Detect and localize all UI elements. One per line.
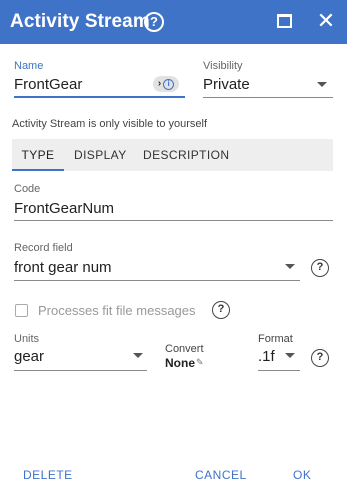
close-icon[interactable]: ✕ — [316, 10, 336, 32]
visibility-note: Activity Stream is only visible to yours… — [12, 118, 208, 130]
format-select[interactable]: .1f — [258, 348, 275, 365]
pencil-icon[interactable]: ✎ — [196, 357, 204, 368]
code-underline — [14, 220, 333, 221]
units-label: Units — [14, 333, 40, 345]
processes-fit-checkbox[interactable] — [15, 304, 28, 317]
tab-display[interactable]: DISPLAY — [74, 139, 127, 171]
maximize-icon[interactable] — [277, 14, 292, 28]
processes-fit-label: Processes fit file messages — [38, 303, 196, 318]
record-field-underline — [14, 280, 300, 281]
name-label: Name — [14, 60, 44, 72]
visibility-select[interactable]: Private — [203, 76, 250, 93]
record-field-dropdown-icon[interactable] — [285, 264, 295, 269]
code-label: Code — [14, 183, 41, 195]
processes-fit-help-icon[interactable]: ? — [212, 301, 230, 319]
format-help-icon[interactable]: ? — [311, 349, 329, 367]
cancel-button[interactable]: CANCEL — [195, 468, 247, 482]
chevron-right-icon: › — [157, 78, 162, 89]
record-field-select[interactable]: front gear num — [14, 259, 112, 276]
format-underline — [258, 370, 300, 371]
format-dropdown-icon[interactable] — [285, 353, 295, 358]
units-underline — [14, 370, 147, 371]
name-underline — [14, 96, 185, 98]
units-select[interactable]: gear — [14, 348, 44, 365]
convert-value[interactable]: None — [165, 356, 195, 370]
dialog-title: Activity Stream — [10, 11, 150, 32]
tab-description[interactable]: DESCRIPTION — [143, 139, 229, 171]
visibility-label: Visibility — [203, 60, 243, 72]
delete-button[interactable]: DELETE — [23, 468, 73, 482]
name-input[interactable]: FrontGear — [14, 76, 82, 93]
visibility-dropdown-icon[interactable] — [317, 82, 327, 87]
title-bar: Activity Stream ? ✕ — [0, 0, 347, 44]
record-field-label: Record field — [14, 242, 73, 254]
code-input[interactable]: FrontGearNum — [14, 200, 114, 217]
convert-label: Convert — [165, 343, 204, 355]
visibility-underline — [203, 97, 333, 98]
help-icon[interactable]: ? — [144, 12, 164, 32]
tab-bar: TYPE DISPLAY DESCRIPTION — [12, 139, 333, 171]
record-field-help-icon[interactable]: ? — [311, 259, 329, 277]
ok-button[interactable]: OK — [293, 468, 311, 482]
tab-type[interactable]: TYPE — [12, 139, 64, 171]
units-dropdown-icon[interactable] — [133, 353, 143, 358]
info-icon: i — [163, 78, 175, 90]
name-expand-toggle[interactable]: › i — [153, 76, 179, 92]
format-label: Format — [258, 333, 293, 345]
